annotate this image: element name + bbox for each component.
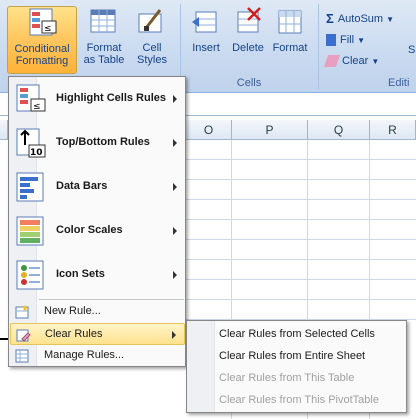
icon-sets-icon — [15, 259, 47, 291]
clear-rules-this-pivottable: Clear Rules from This PivotTable — [219, 394, 379, 406]
cell-styles-label: Cell Styles — [137, 42, 167, 66]
menu-item-highlight-cells-rules[interactable]: ≤ Highlight Cells Rules — [10, 77, 185, 121]
highlight-cells-icon: ≤ — [15, 83, 47, 115]
cells-group-label: Cells — [236, 77, 262, 89]
top-bottom-icon: 10 — [15, 127, 47, 159]
format-label: Format — [272, 42, 308, 54]
manage-rules-icon — [14, 348, 30, 364]
submenu-arrow-icon — [173, 227, 177, 235]
sigma-icon: Σ — [326, 11, 334, 27]
fill-down-icon — [326, 34, 336, 47]
menu-item-label: Color Scales — [56, 224, 123, 236]
submenu-arrow-icon — [172, 331, 176, 339]
submenu-arrow-icon — [173, 95, 177, 103]
format-as-table-label: Format as Table — [83, 42, 125, 66]
menu-item-label: Data Bars — [56, 180, 108, 192]
submenu-arrow-icon — [173, 139, 177, 147]
cell-styles-icon — [136, 6, 168, 38]
menu-item-clear-rules[interactable]: Clear Rules — [10, 323, 185, 345]
insert-label: Insert — [192, 42, 220, 54]
column-header-o[interactable]: O — [186, 120, 232, 140]
menu-item-top-bottom-rules[interactable]: 10 Top/Bottom Rules — [10, 121, 185, 165]
delete-cells-icon — [232, 6, 264, 38]
menu-item-label: Manage Rules... — [44, 349, 125, 361]
conditional-formatting-button[interactable]: ≤ Conditional Formatting — [7, 6, 77, 74]
gridline — [186, 279, 416, 280]
fill-label: Fill — [340, 34, 355, 46]
conditional-formatting-icon: ≤ — [26, 7, 58, 39]
insert-cells-icon — [190, 6, 222, 38]
clear-rules-selected-cells[interactable]: Clear Rules from Selected Cells — [219, 324, 375, 344]
menu-item-label: Icon Sets — [56, 268, 105, 280]
delete-label: Delete — [232, 42, 264, 54]
menu-icon-strip — [187, 321, 215, 412]
delete-button[interactable]: Delete — [228, 6, 268, 74]
svg-text:≤: ≤ — [33, 102, 41, 112]
eraser-icon — [323, 55, 341, 68]
menu-item-icon-sets[interactable]: Icon Sets — [10, 253, 185, 297]
menu-item-label: Top/Bottom Rules — [56, 136, 150, 148]
dropdown-arrow-icon: ▼ — [357, 36, 366, 45]
submenu-arrow-icon — [173, 183, 177, 191]
clear-rules-entire-sheet[interactable]: Clear Rules from Entire Sheet — [219, 346, 365, 366]
menu-item-label: Highlight Cells Rules — [56, 92, 167, 104]
conditional-formatting-label: Conditional Formatting — [14, 43, 70, 67]
column-header-q[interactable]: Q — [308, 120, 370, 140]
new-rule-icon — [14, 304, 30, 320]
clear-rules-this-table: Clear Rules from This Table — [219, 372, 355, 384]
sort-filter-partial-label[interactable]: S — [408, 44, 415, 56]
gridline — [186, 299, 416, 300]
column-header-hidden[interactable] — [0, 120, 8, 140]
clear-button[interactable]: Clear ▼ — [323, 52, 380, 70]
format-as-table-icon — [88, 6, 120, 38]
svg-text:10: 10 — [30, 148, 43, 158]
autosum-button[interactable]: Σ AutoSum ▼ — [326, 10, 394, 28]
clear-label: Clear — [342, 55, 369, 67]
autosum-label: AutoSum — [337, 13, 384, 25]
gridline — [186, 259, 416, 260]
format-button[interactable]: Format — [268, 6, 312, 74]
svg-text:≤: ≤ — [44, 24, 52, 34]
format-as-table-button[interactable]: Format as Table — [80, 6, 128, 74]
column-header-p[interactable]: P — [232, 120, 308, 140]
column-header-r[interactable]: R — [370, 120, 416, 140]
selected-cell-border — [0, 338, 8, 340]
fill-button[interactable]: Fill ▼ — [326, 31, 365, 49]
clear-rules-icon — [15, 327, 31, 343]
format-cells-icon — [274, 6, 306, 38]
gridline — [186, 159, 416, 160]
dropdown-arrow-icon: ▼ — [386, 15, 395, 24]
menu-item-new-rule[interactable]: New Rule... — [10, 301, 185, 323]
menu-item-label: Clear Rules — [45, 328, 103, 340]
conditional-formatting-menu: ≤ Highlight Cells Rules 10 Top/Bottom Ru… — [8, 76, 186, 367]
editing-group-label: Editi — [388, 77, 410, 89]
gridline — [186, 199, 416, 200]
menu-item-data-bars[interactable]: Data Bars — [10, 165, 185, 209]
data-bars-icon — [15, 171, 47, 203]
group-separator — [318, 4, 319, 89]
menu-item-label: New Rule... — [44, 305, 101, 317]
menu-separator — [39, 299, 184, 300]
menu-item-manage-rules[interactable]: Manage Rules... — [10, 345, 185, 367]
insert-button[interactable]: Insert — [184, 6, 228, 74]
clear-rules-submenu: Clear Rules from Selected Cells Clear Ru… — [186, 320, 407, 413]
dropdown-arrow-icon: ▼ — [371, 57, 380, 66]
gridline — [186, 179, 416, 180]
gridline — [186, 219, 416, 220]
submenu-arrow-icon — [173, 271, 177, 279]
gridline — [186, 239, 416, 240]
color-scales-icon — [15, 215, 47, 247]
cell-styles-button[interactable]: Cell Styles — [130, 6, 174, 74]
menu-item-color-scales[interactable]: Color Scales — [10, 209, 185, 253]
